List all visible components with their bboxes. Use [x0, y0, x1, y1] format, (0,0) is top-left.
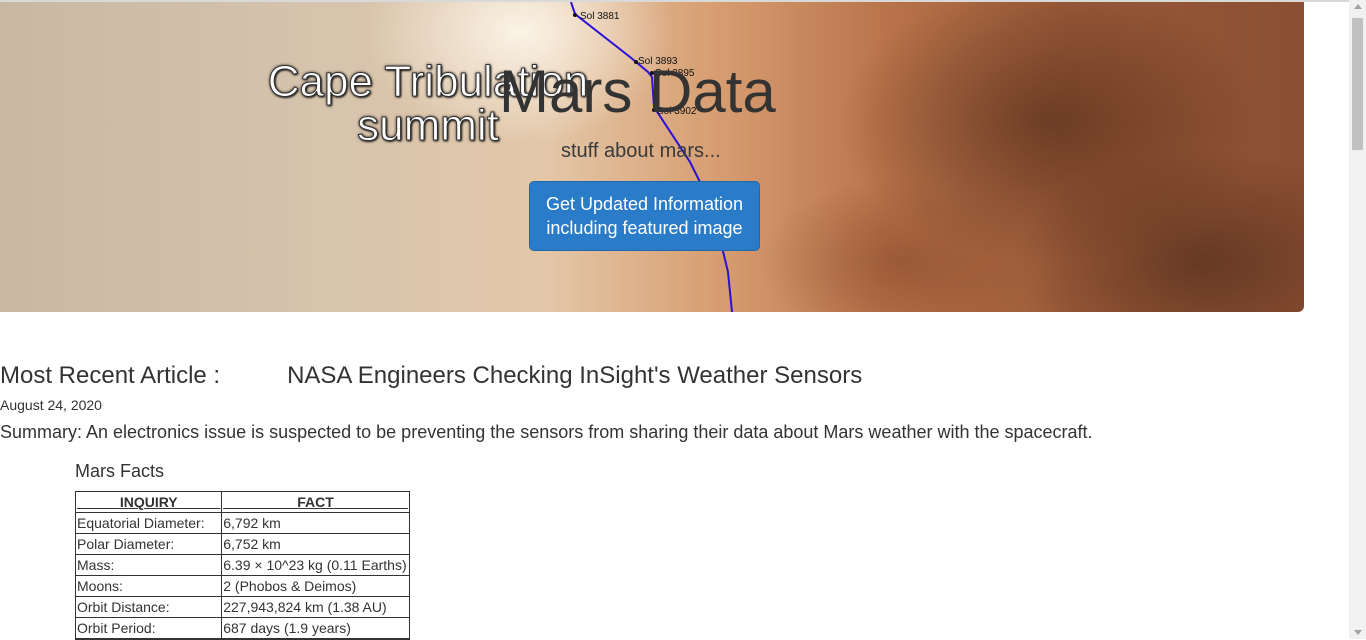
scrollbar-thumb[interactable] [1352, 18, 1363, 150]
scroll-up-arrow-icon[interactable] [1354, 4, 1362, 9]
table-cell: Orbit Period: [76, 618, 223, 639]
button-label-line: including featured image [546, 218, 743, 238]
table-row: Polar Diameter: 6,752 km [76, 534, 409, 555]
facts-heading: Mars Facts [75, 461, 165, 481]
article-summary: Summary: An electronics issue is suspect… [0, 422, 1093, 442]
table-row: Mass: 6.39 × 10^23 kg (0.11 Earths) [76, 555, 409, 576]
sol-label: Sol 3881 [580, 11, 620, 22]
table-cell: Mass: [76, 555, 223, 576]
table-row: Moons: 2 (Phobos & Deimos) [76, 576, 409, 597]
page-subtitle: stuff about mars... [561, 140, 721, 162]
article-title: NASA Engineers Checking InSight's Weathe… [287, 362, 863, 389]
table-cell: 6.39 × 10^23 kg (0.11 Earths) [222, 555, 409, 576]
article-label: Most Recent Article : [0, 362, 221, 389]
column-header-fact: _________ FACT _________ [222, 492, 409, 513]
column-header-inquiry: _____ INQUIRY _____ [76, 492, 223, 513]
get-updated-info-button[interactable]: Get Updated Information including featur… [529, 181, 760, 251]
table-cell: Polar Diameter: [76, 534, 223, 555]
mars-facts-table: _____ INQUIRY _____ _________ FACT _____… [75, 491, 410, 640]
table-cell: Moons: [76, 576, 223, 597]
table-cell: Orbit Distance: [76, 597, 223, 618]
table-cell: 227,943,824 km (1.38 AU) [222, 597, 409, 618]
table-header-row: _____ INQUIRY _____ _________ FACT _____… [76, 492, 409, 513]
article-date: August 24, 2020 [0, 397, 102, 413]
scroll-down-arrow-icon[interactable] [1354, 630, 1362, 635]
article-heading: Most Recent Article : NASA Engineers Chec… [0, 362, 862, 390]
table-cell: 6,792 km [222, 513, 409, 534]
table-cell: 687 days (1.9 years) [222, 618, 409, 639]
button-label-line: Get Updated Information [545, 194, 744, 214]
page-title: Mars Data [499, 58, 776, 125]
sol-marker [573, 13, 577, 17]
vertical-scrollbar[interactable] [1349, 0, 1366, 639]
table-row: Orbit Period: 687 days (1.9 years) [76, 618, 409, 639]
table-row: Orbit Distance: 227,943,824 km (1.38 AU) [76, 597, 409, 618]
table-cell: Equatorial Diameter: [76, 513, 223, 534]
table-row: Equatorial Diameter: 6,792 km [76, 513, 409, 534]
hero-banner: Sol 3881 Sol 3893 Sol 3895 Sol 3902 Cape… [0, 2, 1304, 312]
table-cell: 2 (Phobos & Deimos) [222, 576, 409, 597]
table-cell: 6,752 km [222, 534, 409, 555]
